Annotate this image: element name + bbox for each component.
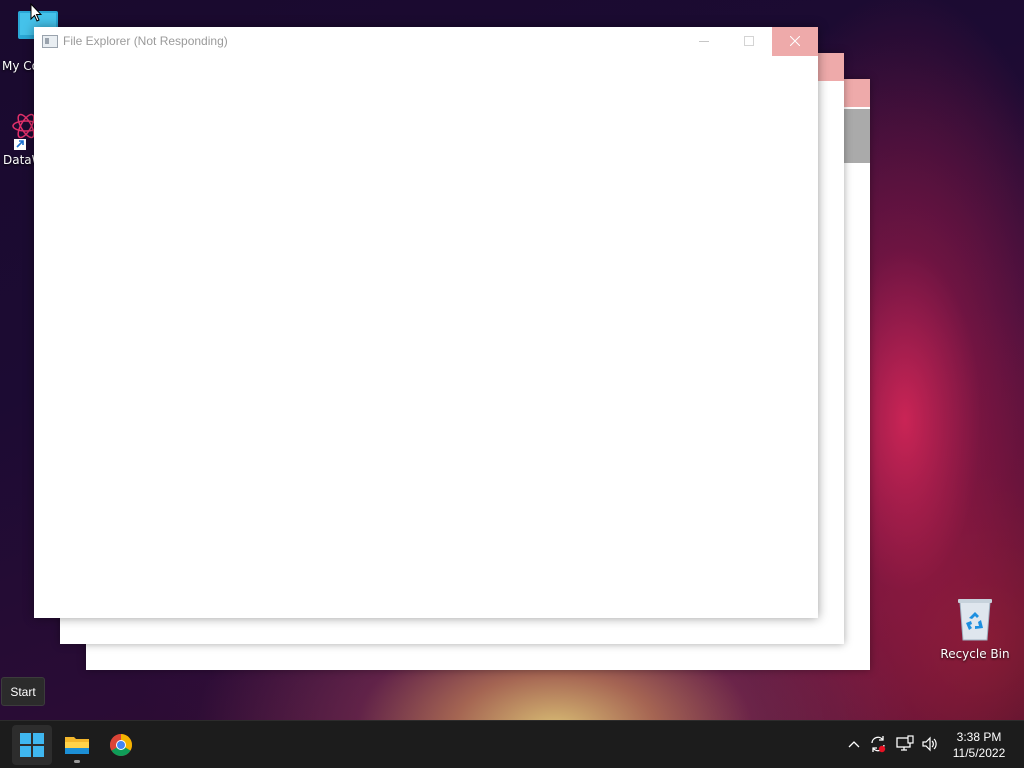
desktop: My Computer DataWrapper Recycle Bin — [0, 0, 1024, 768]
file-explorer-window[interactable]: File Explorer (Not Responding) — [34, 27, 818, 618]
volume-icon — [922, 736, 937, 752]
taskbar-chrome[interactable] — [101, 725, 141, 765]
sync-icon — [871, 736, 886, 753]
clock-time: 3:38 PM — [956, 730, 1002, 744]
maximize-button[interactable] — [726, 27, 772, 56]
taskbar: 3:38 PM 11/5/2022 — [0, 720, 1024, 768]
title-bar[interactable]: File Explorer (Not Responding) — [34, 27, 818, 56]
window-title: File Explorer (Not Responding) — [63, 34, 228, 48]
desktop-icon-datawrapper[interactable]: DataWrapper — [0, 106, 34, 167]
show-hidden-icons-button[interactable] — [845, 735, 863, 753]
recycle-bin-icon — [958, 599, 992, 641]
clock-date: 11/5/2022 — [952, 746, 1006, 760]
windows-logo-icon — [20, 733, 44, 757]
desktop-icon-recycle-bin[interactable]: Recycle Bin — [938, 596, 1012, 661]
start-tooltip: Start — [1, 677, 45, 706]
taskbar-start-button[interactable] — [12, 725, 52, 765]
window-content — [34, 56, 818, 618]
tray-volume-button[interactable] — [921, 735, 939, 753]
close-icon — [790, 36, 800, 46]
taskbar-file-explorer[interactable] — [57, 725, 97, 765]
close-button[interactable] — [772, 27, 818, 56]
tray-network-button[interactable] — [896, 735, 914, 753]
chevron-up-icon — [848, 741, 860, 748]
window-app-icon — [42, 35, 58, 48]
chrome-icon — [110, 734, 132, 756]
folder-icon — [65, 737, 89, 754]
atom-icon — [12, 113, 34, 150]
mouse-cursor-icon — [30, 3, 42, 22]
running-indicator — [74, 760, 80, 763]
desktop-icon-label: Recycle Bin — [940, 647, 1010, 661]
taskbar-clock[interactable]: 3:38 PM 11/5/2022 — [946, 729, 1012, 761]
tray-sync-button[interactable] — [869, 735, 887, 753]
desktop-icon-label: DataWrapper — [3, 153, 34, 167]
network-icon — [896, 735, 914, 751]
minimize-button[interactable] — [681, 27, 727, 56]
